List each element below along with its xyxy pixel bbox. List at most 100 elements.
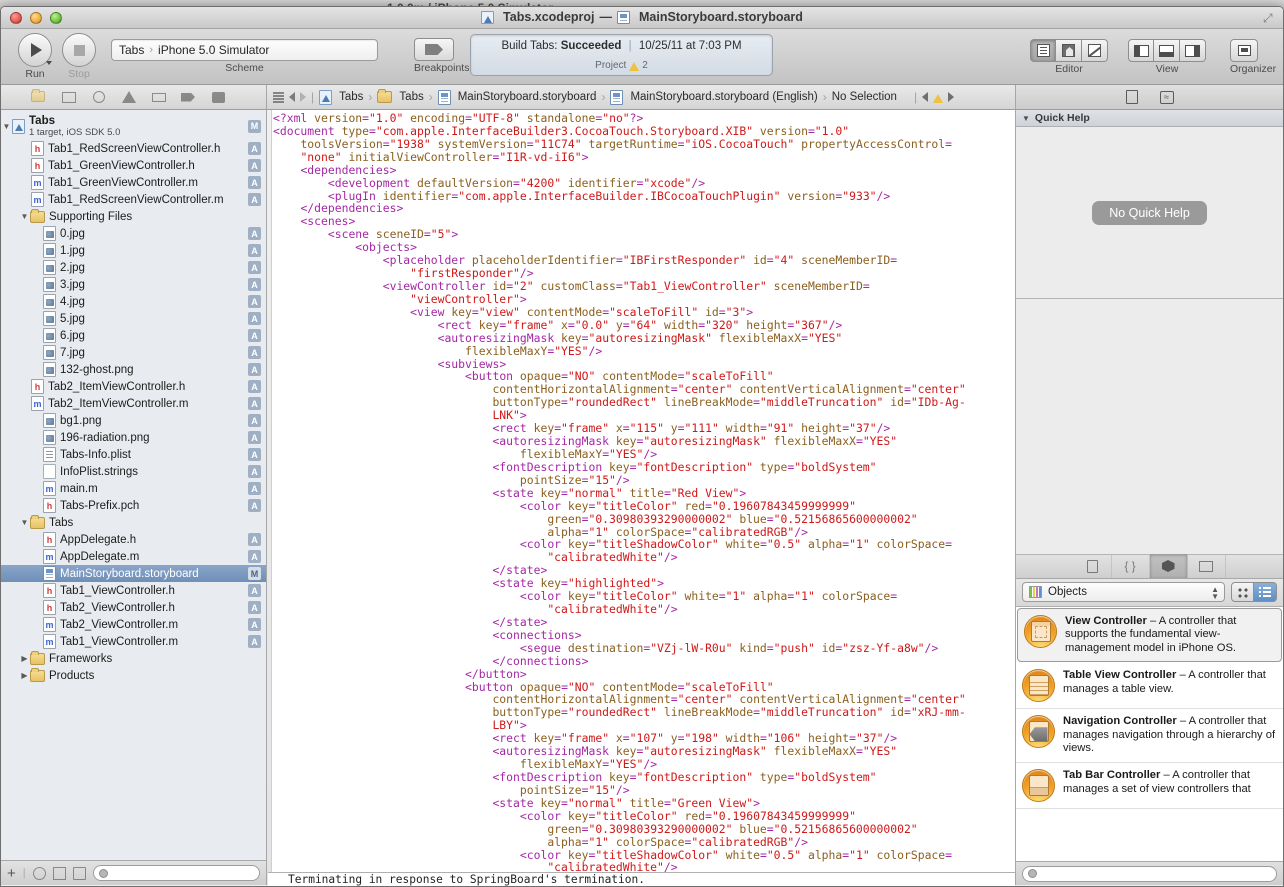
toggle-debug-area-button[interactable] [1154,39,1180,62]
navigator-file-row[interactable]: 5.jpg A [1,310,266,327]
navigator-file-row[interactable]: h Tab2_ViewController.h A [1,599,266,616]
navigator-item-label: Tab2_ItemViewController.m [48,397,189,410]
disclosure-triangle[interactable]: ▶ [19,654,30,663]
navigator-group-row[interactable]: ▼ Tabs [1,514,266,531]
library-icon-view-button[interactable] [1231,582,1254,602]
navigator-file-row[interactable]: 132-ghost.png A [1,361,266,378]
navigator-file-row[interactable]: Tabs-Info.plist A [1,446,266,463]
file-inspector-icon[interactable] [1125,90,1138,104]
unsaved-filter-icon[interactable] [72,866,86,880]
status-badge: A [248,482,261,495]
breadcrumb-group[interactable]: Tabs [377,89,424,103]
recent-files-filter-icon[interactable] [32,866,46,880]
navigator-file-row[interactable]: 6.jpg A [1,327,266,344]
forward-arrow-icon[interactable] [300,92,306,102]
navigator-file-row[interactable]: 196-radiation.png A [1,429,266,446]
status-badge: A [248,244,261,257]
console-output-strip[interactable]: Terminating in response to SpringBoard's… [268,872,1015,886]
quick-help-header[interactable]: ▼ Quick Help [1016,110,1283,127]
navigator-file-row[interactable]: h AppDelegate.h A [1,531,266,548]
navigator-file-row[interactable]: 4.jpg A [1,293,266,310]
navigator-file-row[interactable]: 3.jpg A [1,276,266,293]
project-navigator-tree[interactable]: ▼ Tabs 1 target, iOS SDK 5.0 Mh Tab1_RedScre… [1,110,266,860]
navigator-file-row[interactable]: m Tab2_ItemViewController.m A [1,395,266,412]
library-list-item[interactable]: Table View Controller – A controller tha… [1016,663,1283,710]
jump-bar-warning-icon[interactable] [933,93,944,103]
navigator-file-row[interactable]: m AppDelegate.m A [1,548,266,565]
issue-navigator-icon[interactable] [121,90,136,104]
toggle-navigator-button[interactable] [1128,39,1154,62]
breadcrumb-selection[interactable]: No Selection [832,91,897,103]
back-arrow-icon[interactable] [289,92,295,102]
navigator-filter-field[interactable] [92,865,260,881]
breakpoints-button[interactable]: Breakpoints [414,38,469,74]
breadcrumb-project[interactable]: Tabs [319,89,363,105]
navigator-file-row[interactable]: 7.jpg A [1,344,266,361]
related-files-icon[interactable] [273,91,284,103]
navigator-file-row[interactable]: 2.jpg A [1,259,266,276]
navigator-file-row[interactable]: InfoPlist.strings A [1,463,266,480]
navigator-file-row[interactable]: h Tab2_ItemViewController.h A [1,378,266,395]
source-control-filter-icon[interactable] [52,866,66,880]
navigator-file-row[interactable]: 0.jpg A [1,225,266,242]
media-library-icon[interactable] [1188,554,1226,578]
library-list-item[interactable]: Tab Bar Controller – A controller that m… [1016,763,1283,810]
code-snippet-library-icon[interactable]: { } [1112,554,1150,578]
disclosure-triangle[interactable]: ▼ [1,122,12,131]
version-editor-button[interactable] [1082,39,1108,62]
quick-help-inspector-icon[interactable]: ≈ [1159,90,1174,104]
chevron-down-icon[interactable]: ▼ [1022,114,1030,123]
library-list-item[interactable]: View Controller – A controller that supp… [1017,607,1282,663]
next-issue-icon[interactable] [948,92,955,102]
navigator-file-row[interactable]: m Tab1_RedScreenViewController.m A [1,191,266,208]
navigator-file-row[interactable]: m Tab1_GreenViewController.m A [1,174,266,191]
navigator-file-row[interactable]: MainStoryboard.storyboard M [1,565,266,582]
navigator-file-row[interactable]: h Tab1_RedScreenViewController.h A [1,140,266,157]
navigator-file-row[interactable]: h Tabs-Prefix.pch A [1,497,266,514]
xml-source-code[interactable]: <?xml version="1.0" encoding="UTF-8" sta… [273,112,1015,885]
navigator-group-row[interactable]: ▶ Products [1,667,266,684]
assistant-editor-button[interactable] [1056,39,1082,62]
breadcrumb-sep-4: › [822,90,827,104]
scheme-selector[interactable]: Tabs › iPhone 5.0 Simulator Scheme [111,39,378,74]
object-library-list[interactable]: View Controller – A controller that supp… [1016,606,1283,861]
source-editor[interactable]: <?xml version="1.0" encoding="UTF-8" sta… [267,110,1015,885]
object-library-icon[interactable] [1149,554,1188,578]
disclosure-triangle[interactable]: ▶ [19,671,30,680]
library-list-view-button[interactable] [1254,582,1277,602]
add-item-icon[interactable]: + [7,866,16,881]
navigator-file-row[interactable]: h Tab1_ViewController.h A [1,582,266,599]
breakpoint-navigator-icon[interactable] [181,90,196,104]
library-category-popup[interactable]: Objects ▲ ▼ [1022,582,1225,602]
navigator-file-row[interactable]: h Tab1_GreenViewController.h A [1,157,266,174]
navigator-file-row[interactable]: m Tab2_ViewController.m A [1,616,266,633]
fullscreen-icon[interactable]: ⤢ [1263,12,1275,24]
image-file-icon [43,277,56,292]
symbol-navigator-icon[interactable] [61,90,76,104]
organizer-button[interactable]: Organizer [1230,39,1276,75]
library-list-item[interactable]: Navigation Controller – A controller tha… [1016,709,1283,764]
navigator-file-row[interactable]: bg1.png A [1,412,266,429]
navigator-file-row[interactable]: m main.m A [1,480,266,497]
project-navigator-icon[interactable] [31,89,46,104]
breadcrumb-file[interactable]: MainStoryboard.storyboard [437,89,596,105]
navigator-file-row[interactable]: m Tab1_ViewController.m A [1,633,266,650]
stop-button[interactable]: Stop [62,33,96,80]
navigator-group-row[interactable]: ▼ Supporting Files [1,208,266,225]
search-navigator-icon[interactable] [91,90,106,104]
file-template-library-icon[interactable] [1074,554,1112,578]
navigator-group-row[interactable]: ▶ Frameworks [1,650,266,667]
toggle-utilities-button[interactable] [1180,39,1206,62]
breadcrumb-localization[interactable]: MainStoryboard.storyboard (English) [610,89,818,105]
standard-editor-button[interactable] [1030,39,1056,62]
log-navigator-icon[interactable] [211,90,226,104]
project-root-row[interactable]: ▼ Tabs 1 target, iOS SDK 5.0 M [1,112,266,140]
navigator-file-row[interactable]: 1.jpg A [1,242,266,259]
disclosure-triangle[interactable]: ▼ [19,518,30,527]
library-filter-field[interactable] [1022,865,1277,882]
run-button[interactable]: Run [18,33,52,80]
test-navigator-icon[interactable] [151,90,166,104]
disclosure-triangle[interactable]: ▼ [19,212,30,221]
build-status-bar[interactable]: Build Tabs: Succeeded | 10/25/11 at 7:03… [470,34,773,76]
previous-issue-icon[interactable] [922,92,929,102]
